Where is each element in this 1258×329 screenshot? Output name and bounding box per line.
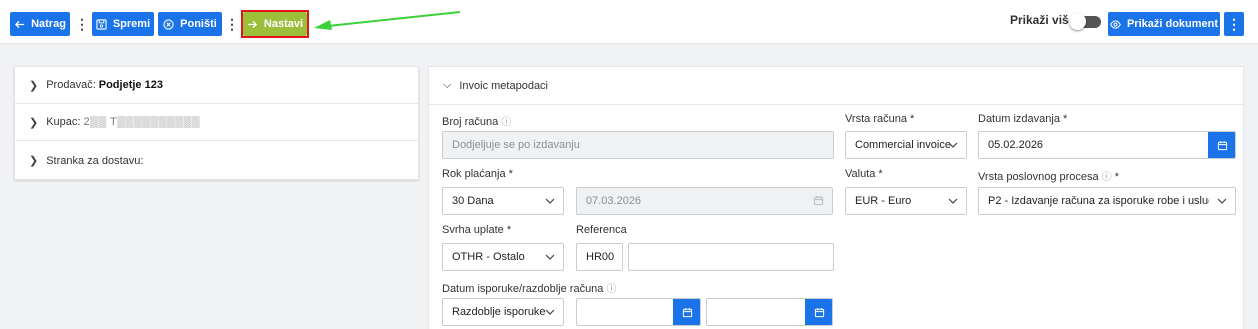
currency-label: Valuta * [845,168,883,180]
info-icon: ⓘ [606,284,617,295]
invoice-metadata-panel: ⌵ Invoic metapodaci Broj računa ⓘ Vrsta … [428,66,1244,329]
due-label: Rok plaćanja * [442,168,513,180]
more-menu-button-2[interactable]: ⋮ [225,12,239,36]
invoice-type-label: Vrsta računa * [845,113,915,125]
delivery-from-input[interactable] [576,298,701,326]
show-more-label: Prikaži više [1010,13,1076,27]
info-icon: ⓘ [1101,172,1112,183]
currency-select[interactable]: EUR - Euro [845,187,967,215]
delivery-party-row[interactable]: ❯ Stranka za dostavu: [15,141,418,180]
cancel-circle-icon [163,18,174,30]
chevron-down-icon [545,254,555,260]
arrow-left-icon [15,20,25,28]
chevron-down-icon: ⌵ [443,79,452,91]
delivery-date-label: Datum isporuke/razdoblje računa ⓘ [442,283,617,295]
invoice-type-select[interactable]: Commercial invoice [845,131,967,159]
reference-model-field[interactable]: HR00 [576,243,623,271]
reference-label: Referenca [576,224,627,236]
chevron-down-icon [948,198,958,204]
reference-input[interactable] [628,243,834,271]
calendar-button[interactable] [673,299,700,325]
delivery-to-input[interactable] [706,298,833,326]
calendar-button[interactable] [1208,132,1235,158]
calendar-icon [682,307,692,317]
business-process-label: Vrsta poslovnog procesa ⓘ * [978,171,1120,183]
due-date-field: 07.03.2026 [576,187,833,215]
delivery-type-select[interactable]: Razdoblje isporuke [442,298,564,326]
eye-icon [1110,19,1121,29]
invoice-number-field: Dodjeljuje se po izdavanju [442,131,834,159]
chevron-down-icon [1217,198,1227,204]
payment-purpose-select[interactable]: OTHR - Ostalo [442,243,564,271]
cancel-button[interactable]: Poništi [158,12,222,36]
issue-date-label: Datum izdavanja * [978,113,1068,125]
back-button[interactable]: Natrag [10,12,70,36]
more-menu-button[interactable]: ⋮ [75,12,89,36]
chevron-right-icon: ❯ [29,155,39,167]
show-document-button[interactable]: Prikaži dokument [1108,12,1220,36]
invoice-metadata-header[interactable]: ⌵ Invoic metapodaci [429,67,1243,105]
seller-name: Podjetje 123 [98,79,163,91]
calendar-icon [813,196,824,206]
chevron-down-icon [948,142,958,148]
arrow-right-icon [247,20,257,28]
save-button[interactable]: Spremi [92,12,154,36]
annotation-arrow-icon [314,11,461,30]
document-more-button[interactable]: ⋮ [1224,12,1244,36]
parties-panel: ❯ Prodavač: Podjetje 123 ❯ Kupac: 2▒▒ T▒… [14,66,419,180]
continue-button[interactable]: Nastavi [243,12,307,36]
buyer-row[interactable]: ❯ Kupac: 2▒▒ T▒▒▒▒▒▒▒▒▒▒ [15,104,418,141]
toolbar: Natrag ⋮ Spremi Poništi ⋮ Nastavi Prikaž… [0,0,1258,44]
save-icon [96,18,107,30]
info-icon: ⓘ [501,117,512,128]
buyer-name: 2▒▒ T▒▒▒▒▒▒▒▒▒▒ [83,116,201,128]
chevron-right-icon: ❯ [29,79,39,92]
seller-row[interactable]: ❯ Prodavač: Podjetje 123 [15,67,418,104]
calendar-icon [1217,140,1227,150]
chevron-right-icon: ❯ [29,116,39,129]
payment-purpose-label: Svrha uplate * [442,224,512,236]
calendar-icon [814,307,824,317]
calendar-button[interactable] [805,299,832,325]
issue-date-input[interactable]: 05.02.2026 [978,131,1236,159]
show-more-toggle[interactable] [1069,13,1101,30]
chevron-down-icon [545,198,555,204]
due-select[interactable]: 30 Dana [442,187,564,215]
business-process-select[interactable]: P2 - Izdavanje računa za isporuke robe i… [978,187,1236,215]
chevron-down-icon [545,309,555,315]
invoice-number-label: Broj računa ⓘ [442,116,512,128]
